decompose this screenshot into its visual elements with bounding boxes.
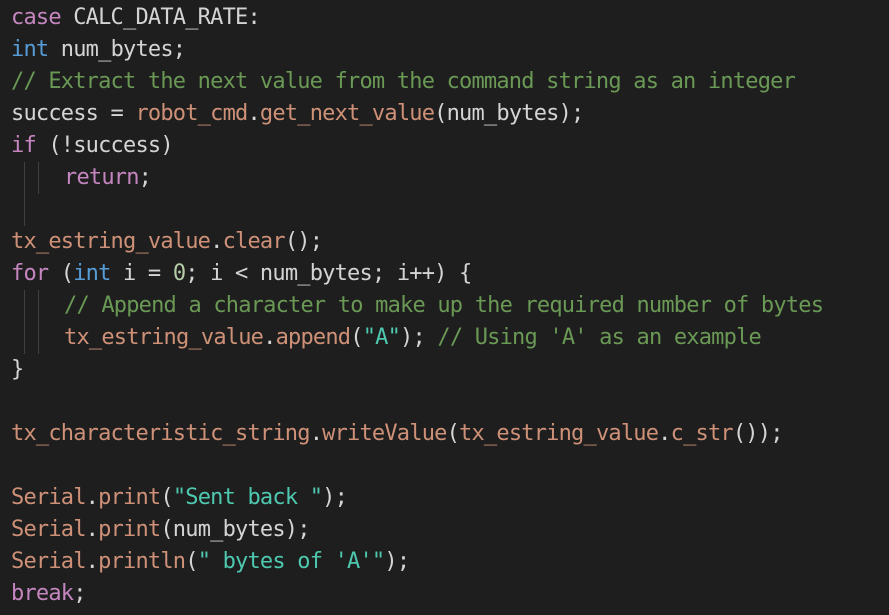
code-line[interactable]: // Extract the next value from the comma… bbox=[11, 66, 889, 98]
code-token: ); bbox=[400, 325, 438, 350]
code-token: ( bbox=[446, 421, 460, 446]
indent-guide bbox=[24, 322, 25, 354]
code-token: break bbox=[11, 581, 74, 606]
code-token: writeValue bbox=[322, 421, 447, 446]
code-token: . bbox=[263, 325, 276, 350]
code-token: tx_characteristic_string bbox=[11, 421, 310, 446]
code-token: (num_bytes); bbox=[434, 101, 584, 126]
code-line[interactable]: int num_bytes; bbox=[11, 34, 889, 66]
code-token: // Append a character to make up the req… bbox=[64, 293, 824, 318]
code-editor[interactable]: case CALC_DATA_RATE: int num_bytes;// Ext… bbox=[0, 0, 889, 615]
code-line[interactable]: case CALC_DATA_RATE: bbox=[11, 2, 889, 34]
code-token: (num_bytes); bbox=[160, 517, 310, 542]
code-token: . bbox=[85, 485, 99, 510]
code-line[interactable]: tx_characteristic_string.writeValue(tx_e… bbox=[11, 418, 889, 450]
code-token: int bbox=[73, 261, 111, 286]
code-token: num_bytes; bbox=[48, 37, 186, 62]
indent-guide bbox=[38, 162, 39, 194]
code-token: Serial bbox=[11, 517, 86, 542]
code-token: ( bbox=[48, 261, 74, 286]
code-token: for bbox=[11, 261, 49, 286]
code-token: ; bbox=[138, 165, 152, 190]
code-line[interactable]: success = robot_cmd.get_next_value(num_b… bbox=[11, 98, 889, 130]
code-token: ); bbox=[384, 549, 410, 574]
code-token: . bbox=[85, 549, 99, 574]
code-token: CALC_DATA_RATE: bbox=[60, 5, 260, 30]
code-token: . bbox=[658, 421, 671, 446]
code-line[interactable]: break; bbox=[11, 578, 889, 610]
code-token: ( bbox=[160, 485, 173, 510]
code-token: ( bbox=[185, 549, 198, 574]
indent-guide bbox=[38, 322, 39, 354]
code-line[interactable]: // Append a character to make up the req… bbox=[11, 290, 889, 322]
code-token: return bbox=[64, 165, 139, 190]
code-line[interactable]: Serial.print("Sent back "); bbox=[11, 482, 889, 514]
code-token: (); bbox=[284, 229, 323, 254]
code-token: tx_estring_value bbox=[64, 325, 264, 350]
code-token: . bbox=[210, 229, 223, 254]
code-token: print bbox=[98, 517, 161, 542]
code-token: } bbox=[11, 357, 24, 382]
code-token: tx_estring_value bbox=[11, 229, 211, 254]
code-token: // Extract the next value from the comma… bbox=[11, 69, 796, 94]
code-token: ()); bbox=[732, 421, 784, 446]
indent-guide bbox=[24, 194, 25, 226]
code-token: "A" bbox=[362, 325, 401, 350]
code-line[interactable] bbox=[11, 194, 889, 226]
code-token: . bbox=[85, 517, 99, 542]
code-token: append bbox=[275, 325, 351, 350]
code-token: . bbox=[309, 421, 323, 446]
code-line[interactable]: Serial.print(num_bytes); bbox=[11, 514, 889, 546]
code-token: (!success) bbox=[35, 133, 173, 158]
indent-guide bbox=[24, 162, 25, 194]
code-token: case bbox=[11, 5, 62, 30]
code-line[interactable] bbox=[11, 450, 889, 482]
code-token: ( bbox=[350, 325, 363, 350]
code-token: print bbox=[98, 485, 161, 510]
code-line[interactable]: Serial.println(" bytes of 'A'"); bbox=[11, 546, 889, 578]
code-token: ; bbox=[73, 581, 86, 606]
code-line[interactable]: return; bbox=[11, 162, 889, 194]
code-token: robot_cmd bbox=[135, 101, 248, 126]
code-token: get_next_value bbox=[259, 101, 435, 126]
indent-guide bbox=[24, 290, 25, 322]
code-token: ; i < num_bytes; i++) { bbox=[185, 261, 472, 286]
code-token: Serial bbox=[11, 485, 86, 510]
code-token: "Sent back " bbox=[172, 485, 323, 510]
code-token: // Using 'A' as an example bbox=[437, 325, 761, 350]
code-token: clear bbox=[222, 229, 286, 254]
code-token: int bbox=[11, 37, 49, 62]
code-token: . bbox=[247, 101, 260, 126]
code-token: success = bbox=[11, 101, 136, 126]
code-token: tx_estring_value bbox=[459, 421, 659, 446]
code-token: c_str bbox=[670, 421, 734, 446]
code-token: " bytes of 'A'" bbox=[197, 549, 385, 574]
code-line[interactable]: if (!success) bbox=[11, 130, 889, 162]
code-token: ); bbox=[322, 485, 348, 510]
code-token: 0 bbox=[172, 261, 186, 286]
code-line[interactable]: for (int i = 0; i < num_bytes; i++) { bbox=[11, 258, 889, 290]
code-line[interactable]: tx_estring_value.clear(); bbox=[11, 226, 889, 258]
code-line[interactable]: } bbox=[11, 354, 889, 386]
code-token: Serial bbox=[11, 549, 86, 574]
code-token: i = bbox=[110, 261, 173, 286]
indent-guide bbox=[38, 290, 39, 322]
code-token: println bbox=[98, 549, 186, 574]
code-token: if bbox=[11, 133, 37, 158]
code-line[interactable] bbox=[11, 386, 889, 418]
code-line[interactable]: tx_estring_value.append("A"); // Using '… bbox=[11, 322, 889, 354]
